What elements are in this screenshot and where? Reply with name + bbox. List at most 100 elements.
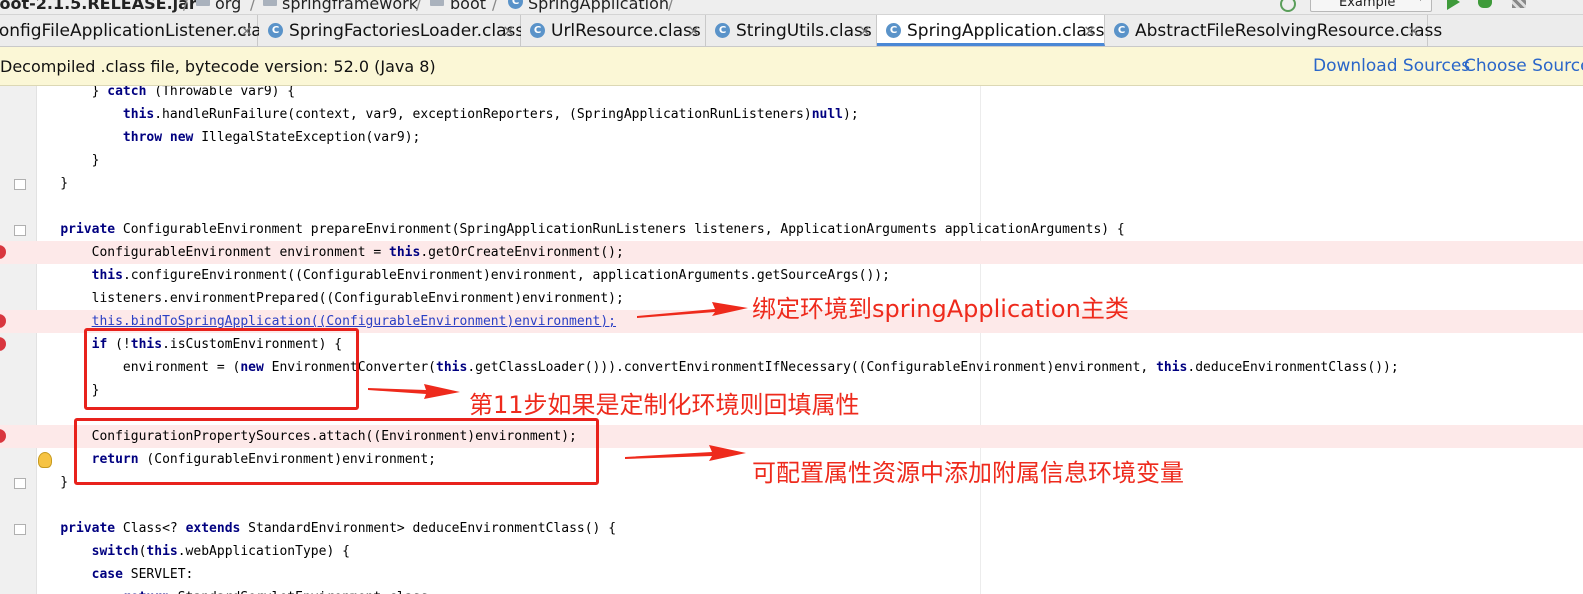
code-token: SERVLET: bbox=[122, 567, 194, 582]
code-keyword: catch bbox=[107, 86, 147, 99]
code-keyword: this bbox=[91, 268, 123, 283]
code-token: (Throwable var9) { bbox=[146, 86, 296, 99]
tab-abstract-file-resolving-resource[interactable]: C AbstractFileResolvingResource.class × bbox=[1105, 15, 1442, 46]
tab-url-resource[interactable]: C UrlResource.class × bbox=[521, 15, 706, 46]
annotation-step11-text: 第11步如果是定制化环境则回填属性 bbox=[469, 391, 860, 419]
breadcrumb-boot[interactable]: boot bbox=[450, 0, 486, 13]
class-icon: C bbox=[530, 23, 545, 38]
tab-label: AbstractFileResolvingResource.class bbox=[1135, 21, 1443, 41]
code-keyword: this bbox=[436, 360, 468, 375]
code-line[interactable]: this.configureEnvironment((ConfigurableE… bbox=[29, 264, 890, 287]
folder-icon bbox=[196, 0, 210, 6]
close-icon[interactable]: × bbox=[1083, 21, 1096, 40]
coverage-icon[interactable] bbox=[1512, 0, 1526, 8]
code-token: .handleRunFailure(context, var9, excepti… bbox=[154, 107, 812, 122]
code-line[interactable]: } bbox=[29, 172, 68, 195]
code-line[interactable]: case SERVLET: bbox=[29, 563, 194, 586]
download-sources-link[interactable]: Download Sources bbox=[1313, 56, 1470, 76]
code-token: this.bindToSpringApplication((Configurab… bbox=[91, 314, 617, 329]
code-keyword: case bbox=[91, 567, 123, 582]
close-icon[interactable]: × bbox=[858, 21, 871, 40]
debug-icon[interactable] bbox=[1478, 0, 1492, 8]
code-keyword: this bbox=[146, 544, 178, 559]
breadcrumb-springapplication[interactable]: SpringApplication bbox=[528, 0, 669, 13]
class-icon: C bbox=[508, 0, 523, 9]
code-keyword: private bbox=[60, 521, 116, 536]
folder-icon bbox=[430, 0, 444, 6]
tab-label: UrlResource.class bbox=[551, 21, 701, 41]
code-line[interactable]: switch(this.webApplicationType) { bbox=[29, 540, 350, 563]
fold-icon[interactable] bbox=[14, 478, 26, 489]
code-line[interactable]: this.handleRunFailure(context, var9, exc… bbox=[29, 103, 859, 126]
breadcrumb-separator: / bbox=[250, 0, 256, 13]
tab-label: SpringApplication.class bbox=[907, 21, 1105, 41]
code-line[interactable]: return StandardServletEnvironment.class; bbox=[29, 586, 436, 594]
navigation-bar: boot-2.1.5.RELEASE.jar / org / springfra… bbox=[0, 0, 1583, 15]
code-keyword: extends bbox=[185, 521, 241, 536]
run-config-label: Example bbox=[1339, 0, 1396, 10]
code-token: } bbox=[29, 153, 100, 168]
code-token: .getOrCreateEnvironment(); bbox=[420, 245, 624, 260]
decompiled-notice-bar: Decompiled .class file, bytecode version… bbox=[0, 47, 1583, 86]
code-keyword: throw new bbox=[122, 130, 194, 145]
close-icon[interactable]: × bbox=[687, 21, 700, 40]
tab-spring-application[interactable]: C SpringApplication.class × bbox=[877, 15, 1105, 46]
breadcrumb-springframework[interactable]: springframework bbox=[282, 0, 418, 13]
code-token: .getClassLoader())).convertEnvironmentIf… bbox=[467, 360, 1157, 375]
code-token: .deduceEnvironmentClass()); bbox=[1187, 360, 1399, 375]
breadcrumb-separator: / bbox=[183, 0, 189, 13]
code-line[interactable]: } bbox=[29, 471, 68, 494]
run-config-select[interactable]: Example ▾ bbox=[1310, 0, 1432, 12]
run-icon[interactable] bbox=[1447, 0, 1460, 10]
code-line[interactable]: listeners.environmentPrepared((Configura… bbox=[29, 287, 624, 310]
code-keyword: private bbox=[60, 222, 116, 237]
code-line[interactable]: private Class<? extends StandardEnvironm… bbox=[29, 517, 616, 540]
vcs-update-icon[interactable] bbox=[1280, 0, 1296, 12]
code-line[interactable]: } bbox=[29, 149, 100, 172]
fold-icon[interactable] bbox=[14, 524, 26, 535]
breadcrumb-org[interactable]: org bbox=[215, 0, 241, 13]
code-keyword: switch bbox=[91, 544, 139, 559]
fold-icon[interactable] bbox=[14, 179, 26, 190]
tab-spring-factories-loader[interactable]: C SpringFactoriesLoader.class × bbox=[259, 15, 525, 46]
code-token: StandardEnvironment> deduceEnvironmentCl… bbox=[240, 521, 617, 536]
class-icon: C bbox=[715, 23, 730, 38]
tab-label: SpringFactoriesLoader.class bbox=[289, 21, 525, 41]
code-keyword: this bbox=[389, 245, 421, 260]
tab-config-file-application-listener[interactable]: ConfigFileApplicationListener.class × bbox=[0, 15, 279, 46]
code-line[interactable]: ConfigurableEnvironment environment = th… bbox=[29, 241, 624, 264]
class-icon: C bbox=[1114, 23, 1129, 38]
code-keyword: null bbox=[811, 107, 843, 122]
close-icon[interactable]: × bbox=[1407, 21, 1420, 40]
breadcrumb-jar[interactable]: boot-2.1.5.RELEASE.jar bbox=[0, 0, 197, 13]
chevron-down-icon: ▾ bbox=[1418, 0, 1423, 4]
code-keyword: return bbox=[123, 590, 170, 594]
tab-string-utils[interactable]: C StringUtils.class × bbox=[706, 15, 877, 46]
code-token: Class<? bbox=[115, 521, 186, 536]
annotation-box-if-block bbox=[84, 328, 359, 410]
code-line[interactable]: private ConfigurableEnvironment prepareE… bbox=[29, 218, 1124, 241]
annotation-attach-text: 可配置属性资源中添加附属信息环境变量 bbox=[752, 459, 1184, 487]
class-icon: C bbox=[268, 23, 283, 38]
tab-label: StringUtils.class bbox=[736, 21, 872, 41]
breadcrumb-separator: / bbox=[492, 0, 498, 13]
code-token: ); bbox=[843, 107, 859, 122]
close-icon[interactable]: × bbox=[240, 21, 253, 40]
code-token: IllegalStateException(var9); bbox=[193, 130, 421, 145]
choose-sources-link[interactable]: Choose Sources... bbox=[1464, 56, 1583, 76]
annotation-bind-text: 绑定环境到springApplication主类 bbox=[752, 295, 1129, 323]
editor-tab-bar: ConfigFileApplicationListener.class × C … bbox=[0, 15, 1583, 47]
code-token: } bbox=[29, 176, 69, 191]
code-line[interactable]: throw new IllegalStateException(var9); bbox=[29, 126, 420, 149]
fold-icon[interactable] bbox=[14, 225, 26, 236]
code-token: } bbox=[29, 475, 69, 490]
class-icon: C bbox=[886, 23, 901, 38]
code-line[interactable]: } catch (Throwable var9) { bbox=[29, 86, 296, 103]
close-icon[interactable]: × bbox=[502, 21, 515, 40]
folder-icon bbox=[263, 0, 277, 6]
